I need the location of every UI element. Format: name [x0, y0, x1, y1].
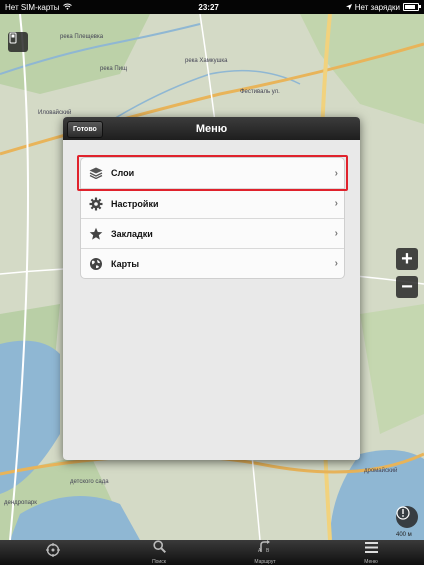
map-label-street-1: Фестиваль ул. [240, 89, 280, 95]
status-right: Нет зарядки [345, 2, 421, 12]
menu-item-label: Закладки [111, 228, 153, 239]
map-label-area-1: детского сада [70, 479, 109, 485]
menu-list: Слои › Настройки › Закладки › Карты › [77, 155, 348, 279]
menu-item-settings[interactable]: Настройки › [81, 188, 344, 218]
location-arrow-icon [345, 3, 352, 12]
chevron-right-icon: › [334, 198, 338, 209]
location-icon [46, 543, 60, 562]
chevron-right-icon: › [334, 258, 338, 269]
menu-item-label: Слои [111, 168, 135, 178]
menu-modal: Готово Меню Слои › Настройки › Закладки … [63, 117, 360, 460]
zoom-in-button[interactable]: + [396, 248, 418, 270]
status-left: Нет SIM-карты [5, 3, 72, 12]
map-label-river-2: река Хамкушка [185, 58, 228, 64]
toolbar-label: Поиск [152, 559, 166, 565]
wifi-icon [62, 3, 72, 12]
carrier-text: Нет SIM-карты [5, 2, 60, 12]
menu-item-layers[interactable]: Слои › [77, 155, 348, 191]
map-label-area-2: дендропарк [4, 500, 37, 506]
map-label-river-3: река Пищ [100, 66, 128, 72]
map-label-district-2: дромайский [364, 468, 398, 474]
menu-item-bookmarks[interactable]: Закладки › [81, 218, 344, 248]
status-bar: Нет SIM-карты 23:27 Нет зарядки [0, 0, 424, 14]
map-scale: 400 м [396, 532, 412, 538]
search-icon [152, 540, 166, 558]
modal-header: Готово Меню [63, 117, 360, 140]
gear-icon [89, 197, 103, 211]
route-icon: BA [258, 540, 272, 558]
status-time: 23:27 [198, 2, 219, 12]
toolbar-label: Маршрут [254, 559, 276, 565]
chevron-right-icon: › [334, 167, 338, 179]
toolbar-location-button[interactable] [23, 540, 83, 565]
globe-icon [89, 257, 103, 271]
traffic-button[interactable] [396, 506, 418, 528]
chevron-right-icon: › [334, 228, 338, 239]
battery-icon [403, 3, 421, 11]
bottom-toolbar: Поиск BA Маршрут Меню [0, 540, 424, 565]
map-mode-button[interactable] [8, 32, 28, 52]
menu-item-maps[interactable]: Карты › [81, 248, 344, 278]
toolbar-route-button[interactable]: BA Маршрут [235, 540, 295, 565]
menu-item-label: Карты [111, 258, 140, 269]
layers-icon [89, 166, 103, 180]
menu-item-label: Настройки [111, 198, 159, 209]
done-button[interactable]: Готово [67, 121, 103, 138]
toolbar-menu-button[interactable]: Меню [341, 540, 401, 565]
svg-text:B: B [266, 548, 270, 553]
battery-text: Нет зарядки [354, 2, 400, 12]
toolbar-search-button[interactable]: Поиск [129, 540, 189, 565]
zoom-out-button[interactable]: − [396, 276, 418, 298]
star-icon [89, 227, 103, 241]
modal-title: Меню [195, 122, 228, 135]
map-label-district-1: Иловайский [38, 110, 72, 116]
menu-icon [364, 540, 378, 558]
toolbar-label: Меню [364, 559, 378, 565]
map-label-river-1: река Плещевка [60, 34, 104, 40]
